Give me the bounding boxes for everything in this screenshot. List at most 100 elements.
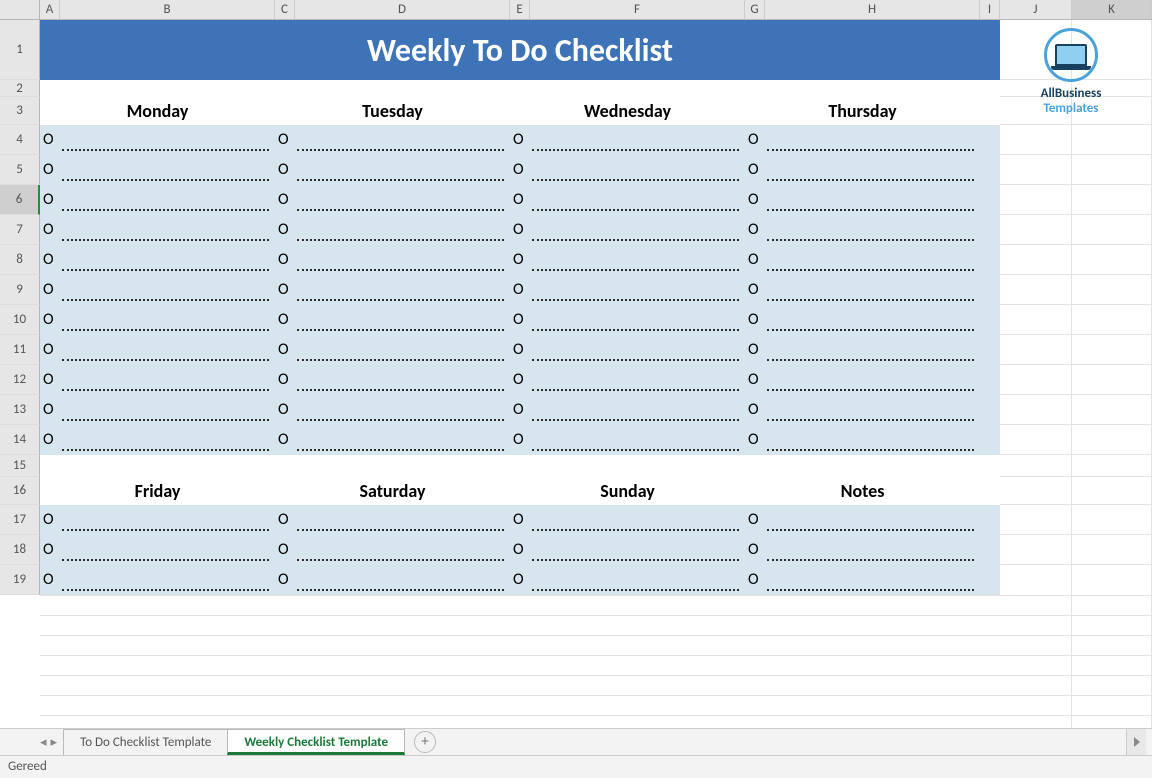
row-header-4[interactable]: 4: [0, 125, 40, 155]
checklist-line[interactable]: [297, 589, 504, 591]
row-header-14[interactable]: 14: [0, 425, 40, 455]
checklist-line[interactable]: [297, 419, 504, 421]
checklist-line[interactable]: [62, 359, 269, 361]
checklist-bullet[interactable]: O: [43, 130, 54, 149]
row-header-6[interactable]: 6: [0, 185, 40, 215]
checklist-bullet[interactable]: O: [278, 310, 289, 329]
row-header-7[interactable]: 7: [0, 215, 40, 245]
checklist-line[interactable]: [62, 449, 269, 451]
checklist-bullet[interactable]: O: [513, 310, 524, 329]
tab-nav-prev-icon[interactable]: ◂: [40, 735, 47, 750]
checklist-bullet[interactable]: O: [513, 430, 524, 449]
row-header-18[interactable]: 18: [0, 535, 40, 565]
checklist-bullet[interactable]: O: [748, 510, 759, 529]
row-header-13[interactable]: 13: [0, 395, 40, 425]
checklist-line[interactable]: [532, 299, 739, 301]
checklist-bullet[interactable]: O: [278, 400, 289, 419]
row-header-16[interactable]: 16: [0, 477, 40, 505]
checklist-bullet[interactable]: O: [748, 570, 759, 589]
checklist-line[interactable]: [532, 329, 739, 331]
column-header-B[interactable]: B: [60, 0, 275, 19]
checklist-bullet[interactable]: O: [278, 510, 289, 529]
checklist-line[interactable]: [62, 559, 269, 561]
checklist-bullet[interactable]: O: [748, 370, 759, 389]
checklist-bullet[interactable]: O: [43, 540, 54, 559]
checklist-line[interactable]: [767, 149, 974, 151]
checklist-line[interactable]: [767, 389, 974, 391]
row-header-19[interactable]: 19: [0, 565, 40, 595]
column-header-E[interactable]: E: [510, 0, 530, 19]
checklist-line[interactable]: [767, 559, 974, 561]
checklist-bullet[interactable]: O: [748, 310, 759, 329]
checklist-bullet[interactable]: O: [748, 430, 759, 449]
select-all-corner[interactable]: [0, 0, 40, 19]
checklist-bullet[interactable]: O: [513, 250, 524, 269]
checklist-bullet[interactable]: O: [513, 220, 524, 239]
checklist-line[interactable]: [297, 299, 504, 301]
checklist-bullet[interactable]: O: [278, 540, 289, 559]
checklist-line[interactable]: [62, 589, 269, 591]
checklist-bullet[interactable]: O: [43, 220, 54, 239]
checklist-bullet[interactable]: O: [278, 340, 289, 359]
checklist-bullet[interactable]: O: [278, 130, 289, 149]
checklist-line[interactable]: [532, 589, 739, 591]
checklist-line[interactable]: [62, 389, 269, 391]
checklist-bullet[interactable]: O: [43, 340, 54, 359]
checklist-bullet[interactable]: O: [278, 220, 289, 239]
checklist-bullet[interactable]: O: [513, 510, 524, 529]
checklist-line[interactable]: [532, 449, 739, 451]
checklist-line[interactable]: [297, 209, 504, 211]
checklist-line[interactable]: [767, 179, 974, 181]
checklist-bullet[interactable]: O: [513, 570, 524, 589]
checklist-line[interactable]: [62, 209, 269, 211]
checklist-line[interactable]: [532, 209, 739, 211]
checklist-line[interactable]: [297, 529, 504, 531]
checklist-line[interactable]: [62, 179, 269, 181]
checklist-bullet[interactable]: O: [748, 340, 759, 359]
row-header-12[interactable]: 12: [0, 365, 40, 395]
checklist-bullet[interactable]: O: [748, 250, 759, 269]
checklist-bullet[interactable]: O: [513, 540, 524, 559]
column-header-K[interactable]: K: [1072, 0, 1152, 19]
row-header-15[interactable]: 15: [0, 455, 40, 477]
row-header-11[interactable]: 11: [0, 335, 40, 365]
checklist-line[interactable]: [297, 559, 504, 561]
checklist-bullet[interactable]: O: [43, 430, 54, 449]
checklist-bullet[interactable]: O: [43, 370, 54, 389]
tab-nav-buttons[interactable]: ◂ ▸: [40, 735, 57, 750]
checklist-bullet[interactable]: O: [748, 540, 759, 559]
checklist-bullet[interactable]: O: [513, 400, 524, 419]
column-header-C[interactable]: C: [275, 0, 295, 19]
checklist-bullet[interactable]: O: [748, 160, 759, 179]
row-header-8[interactable]: 8: [0, 245, 40, 275]
checklist-bullet[interactable]: O: [278, 250, 289, 269]
checklist-bullet[interactable]: O: [748, 130, 759, 149]
checklist-bullet[interactable]: O: [43, 400, 54, 419]
checklist-bullet[interactable]: O: [513, 370, 524, 389]
checklist-line[interactable]: [767, 239, 974, 241]
row-header-5[interactable]: 5: [0, 155, 40, 185]
checklist-line[interactable]: [62, 239, 269, 241]
checklist-bullet[interactable]: O: [43, 280, 54, 299]
checklist-line[interactable]: [532, 419, 739, 421]
checklist-line[interactable]: [767, 209, 974, 211]
checklist-line[interactable]: [532, 529, 739, 531]
checklist-bullet[interactable]: O: [278, 570, 289, 589]
checklist-bullet[interactable]: O: [43, 250, 54, 269]
checklist-bullet[interactable]: O: [748, 280, 759, 299]
cell-area[interactable]: Weekly To Do ChecklistAllBusinessTemplat…: [40, 20, 1152, 728]
checklist-line[interactable]: [297, 269, 504, 271]
checklist-line[interactable]: [532, 179, 739, 181]
checklist-bullet[interactable]: O: [513, 340, 524, 359]
checklist-line[interactable]: [297, 239, 504, 241]
checklist-bullet[interactable]: O: [278, 370, 289, 389]
checklist-line[interactable]: [62, 149, 269, 151]
checklist-line[interactable]: [767, 449, 974, 451]
checklist-line[interactable]: [297, 329, 504, 331]
checklist-bullet[interactable]: O: [43, 510, 54, 529]
checklist-line[interactable]: [767, 529, 974, 531]
checklist-bullet[interactable]: O: [43, 190, 54, 209]
checklist-line[interactable]: [532, 239, 739, 241]
checklist-line[interactable]: [767, 329, 974, 331]
checklist-bullet[interactable]: O: [278, 430, 289, 449]
